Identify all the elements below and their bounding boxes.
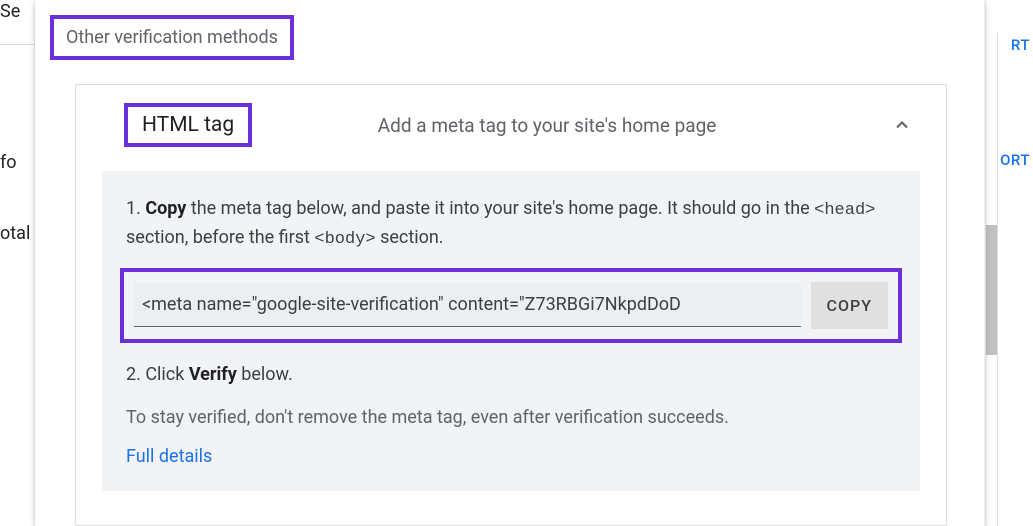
bg-divider xyxy=(0,44,35,45)
meta-tag-row: COPY xyxy=(120,268,902,343)
step-text: section. xyxy=(376,227,444,248)
html-tag-card: HTML tag Add a meta tag to your site's h… xyxy=(75,84,947,526)
step-prefix: 1. xyxy=(126,198,145,219)
step-bold: Copy xyxy=(145,198,186,219)
background-left: Se fo otal xyxy=(0,0,35,526)
step-text: the meta tag below, and paste it into yo… xyxy=(186,198,814,219)
full-details-link[interactable]: Full details xyxy=(126,446,212,467)
step-2-text: 2. Click Verify below. xyxy=(126,361,896,389)
step-bold: Verify xyxy=(189,364,237,385)
bg-text-fragment: otal xyxy=(0,223,30,244)
bg-border xyxy=(997,33,998,526)
note-text: To stay verified, don't remove the meta … xyxy=(126,407,896,428)
verification-modal: Other verification methods HTML tag Add … xyxy=(35,0,985,526)
scrollbar-thumb[interactable] xyxy=(986,225,997,355)
bg-text-fragment: RT xyxy=(1011,36,1030,54)
step-prefix: 2. Click xyxy=(126,364,189,385)
section-header-label: Other verification methods xyxy=(66,27,278,48)
bg-text-fragment: ORT xyxy=(1000,151,1030,169)
card-subtitle: Add a meta tag to your site's home page xyxy=(202,114,892,137)
card-body: 1. Copy the meta tag below, and paste it… xyxy=(102,171,920,491)
copy-button[interactable]: COPY xyxy=(811,282,888,329)
code-inline: <body> xyxy=(314,230,375,249)
section-header-other-methods: Other verification methods xyxy=(50,15,294,60)
meta-tag-input[interactable] xyxy=(134,283,801,327)
code-inline: <head> xyxy=(814,201,875,220)
bg-text-fragment: Se xyxy=(0,1,20,22)
step-1-text: 1. Copy the meta tag below, and paste it… xyxy=(126,195,896,254)
card-header[interactable]: HTML tag Add a meta tag to your site's h… xyxy=(76,85,946,165)
chevron-up-icon[interactable] xyxy=(892,115,912,135)
step-text: section, before the first xyxy=(126,227,314,248)
step-text: below. xyxy=(237,364,293,385)
bg-text-fragment: fo xyxy=(0,152,17,173)
